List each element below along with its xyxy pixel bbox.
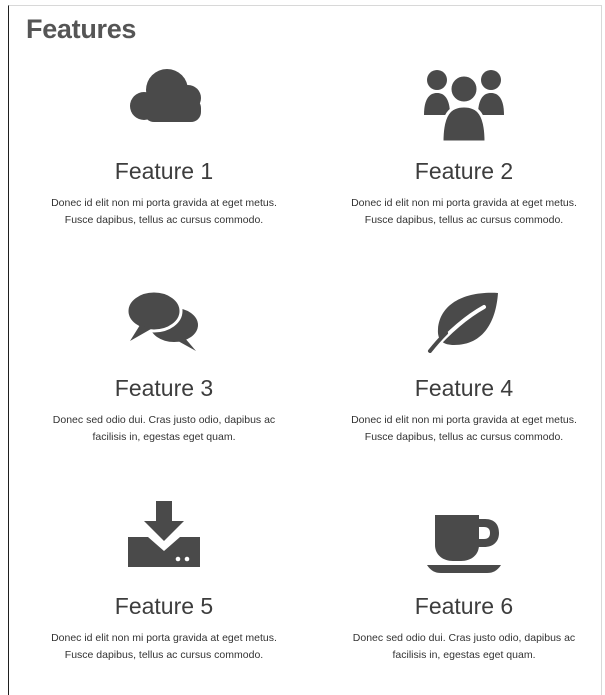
feature-title: Feature 3: [114, 375, 214, 401]
feature-description: Donec id elit non mi porta gravida at eg…: [324, 412, 604, 446]
feature-description: Donec id elit non mi porta gravida at eg…: [24, 195, 304, 229]
page-frame: [8, 5, 602, 695]
leaf-icon: [426, 289, 502, 353]
feature-description: Donec id elit non mi porta gravida at eg…: [24, 630, 304, 664]
feature-description-line: Donec id elit non mi porta gravida at eg…: [351, 414, 577, 426]
feature-description-line: Donec id elit non mi porta gravida at eg…: [51, 632, 277, 644]
coffee-cup-icon: [427, 515, 501, 573]
feature-description-line: Fusce dapibus, tellus ac cursus commodo.: [64, 214, 264, 226]
feature-description-line: Donec id elit non mi porta gravida at eg…: [51, 197, 277, 209]
feature-title: Feature 2: [414, 158, 514, 184]
chat-icon: [126, 289, 202, 353]
page-title: Features: [26, 14, 137, 44]
users-icon: [424, 68, 504, 142]
feature-title: Feature 5: [114, 593, 214, 619]
feature-description-line: Donec sed odio dui. Cras justo odio, dap…: [52, 414, 276, 426]
feature-description-line: Fusce dapibus, tellus ac cursus commodo.: [64, 649, 264, 661]
feature-description: Donec sed odio dui. Cras justo odio, dap…: [24, 412, 304, 446]
cloud-icon: [124, 66, 204, 130]
feature-description-line: Fusce dapibus, tellus ac cursus commodo.: [364, 431, 564, 443]
feature-description: Donec id elit non mi porta gravida at eg…: [324, 195, 604, 229]
download-icon: [128, 501, 200, 567]
feature-description: Donec sed odio dui. Cras justo odio, dap…: [324, 630, 604, 664]
feature-title: Feature 4: [414, 375, 514, 401]
feature-description-line: Donec sed odio dui. Cras justo odio, dap…: [352, 632, 576, 644]
feature-description-line: facilisis in, egestas eget quam.: [392, 649, 536, 661]
feature-title: Feature 6: [414, 593, 514, 619]
feature-description-line: Donec id elit non mi porta gravida at eg…: [351, 197, 577, 209]
feature-description-line: Fusce dapibus, tellus ac cursus commodo.: [364, 214, 564, 226]
feature-description-line: facilisis in, egestas eget quam.: [92, 431, 236, 443]
feature-title: Feature 1: [114, 158, 214, 184]
